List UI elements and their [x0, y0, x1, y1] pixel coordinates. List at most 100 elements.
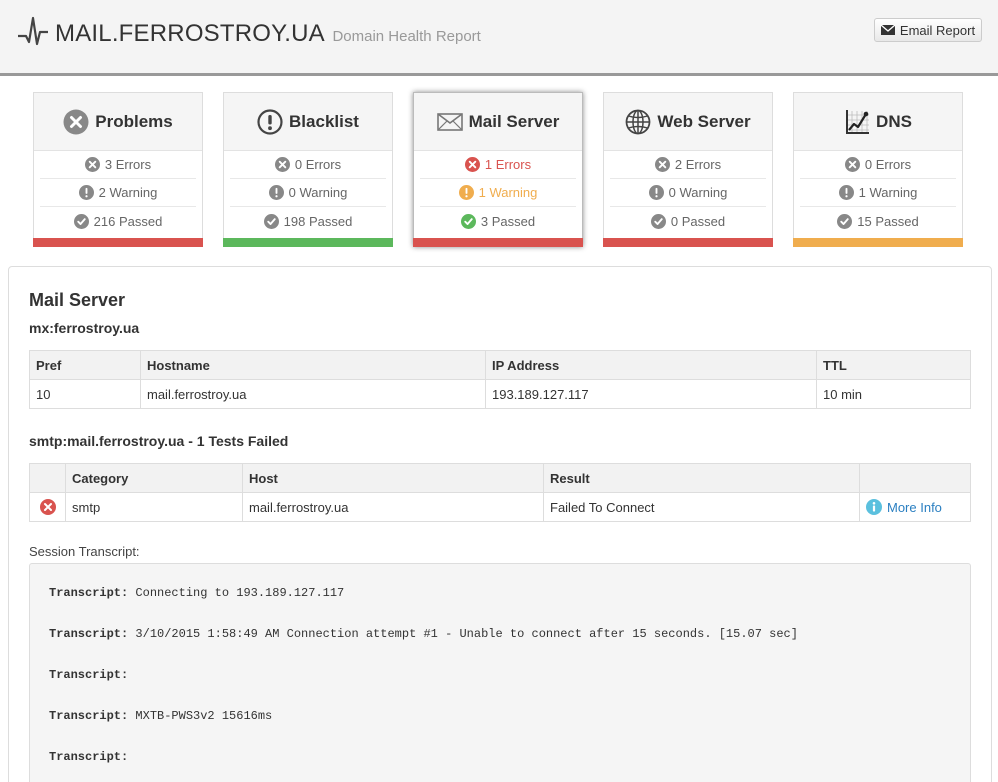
errors-row: 0 Errors	[800, 151, 956, 179]
cell-result: Failed To Connect	[543, 492, 860, 522]
table-row: 10 mail.ferrostroy.ua 193.189.127.117 10…	[29, 379, 971, 409]
card-title: Mail Server	[468, 111, 560, 131]
transcript-text: Connecting to 193.189.127.117	[135, 586, 345, 600]
errors-row: 3 Errors	[40, 151, 196, 179]
transcript-label: Transcript:	[49, 750, 129, 764]
table-header-row: Category Host Result	[29, 463, 971, 493]
x-circle-icon	[464, 157, 480, 172]
passed-count: 0 Passed	[670, 213, 726, 229]
email-report-button[interactable]: Email Report	[874, 18, 982, 42]
report-subtitle: Domain Health Report	[332, 28, 481, 45]
envelope-icon	[880, 25, 895, 35]
passed-row: 216 Passed	[40, 207, 196, 235]
check-circle-icon	[837, 213, 853, 229]
exclamation-circle-icon	[838, 185, 854, 200]
warnings-count: 2 Warning	[98, 185, 158, 200]
header: MAIL.FERROSTROY.UA Domain Health Report …	[0, 0, 998, 76]
column-header-ttl: TTL	[816, 350, 971, 380]
column-header-pref: Pref	[29, 350, 141, 380]
x-circle-icon	[844, 157, 860, 172]
column-header-host: Host	[242, 463, 544, 493]
mx-table: Pref Hostname IP Address TTL 10 mail.fer…	[29, 350, 971, 409]
passed-row: 198 Passed	[230, 207, 386, 235]
globe-icon	[625, 109, 651, 134]
card-problems[interactable]: Problems 3 Errors 2 Warning 216 Passed	[33, 92, 203, 247]
transcript-line: Transcript: 3/10/2015 1:58:49 AM Connect…	[49, 627, 798, 641]
x-circle-icon	[274, 157, 290, 172]
mx-record-title: mx:ferrostroy.ua	[29, 320, 140, 336]
card-blacklist[interactable]: Blacklist 0 Errors 0 Warning 198 Passed	[223, 92, 393, 247]
transcript-label: Transcript:	[49, 668, 129, 682]
warnings-count: 1 Warning	[858, 185, 918, 200]
cell-status	[29, 492, 66, 522]
envelope-icon	[436, 112, 463, 131]
warnings-row: 1 Warning	[800, 179, 956, 207]
errors-count: 1 Errors	[484, 157, 532, 172]
column-header-category: Category	[65, 463, 243, 493]
card-header: DNS	[794, 93, 962, 151]
transcript-label: Transcript:	[49, 627, 129, 641]
warnings-count: 0 Warning	[668, 185, 728, 200]
table-header-row: Pref Hostname IP Address TTL	[29, 350, 971, 380]
exclamation-circle-icon	[257, 108, 283, 135]
column-header-actions	[859, 463, 971, 493]
warnings-row: 0 Warning	[610, 179, 766, 207]
cell-host: mail.ferrostroy.ua	[242, 492, 544, 522]
exclamation-circle-icon	[78, 185, 94, 200]
warnings-row: 2 Warning	[40, 179, 196, 207]
transcript-label: Transcript:	[49, 586, 129, 600]
errors-count: 3 Errors	[104, 157, 152, 172]
card-web-server[interactable]: Web Server 2 Errors 0 Warning 0 Passed	[603, 92, 773, 247]
passed-row: 15 Passed	[800, 207, 956, 235]
section-title: Mail Server	[29, 290, 126, 310]
passed-count: 15 Passed	[857, 213, 919, 229]
cell-ip-address: 193.189.127.117	[485, 379, 817, 409]
passed-row: 3 Passed	[420, 207, 576, 235]
cell-actions: More Info	[859, 492, 971, 522]
x-circle-icon	[84, 157, 100, 172]
errors-count: 0 Errors	[294, 157, 342, 172]
transcript-line: Transcript: MXTB-PWS3v2 15616ms	[49, 709, 272, 723]
card-title: Blacklist	[289, 111, 359, 131]
exclamation-circle-icon	[458, 185, 474, 200]
errors-row: 0 Errors	[230, 151, 386, 179]
transcript-text: MXTB-PWS3v2 15616ms	[135, 709, 273, 723]
status-bar	[33, 238, 203, 247]
x-circle-icon	[39, 499, 56, 516]
more-info-link[interactable]: More Info	[866, 499, 964, 515]
domain-title: MAIL.FERROSTROY.UA	[55, 20, 324, 47]
card-title: DNS	[876, 111, 912, 131]
info-circle-icon	[866, 499, 882, 515]
card-header: Web Server	[604, 93, 772, 151]
card-mail-server[interactable]: Mail Server 1 Errors 1 Warning 3 Passed	[413, 92, 583, 247]
passed-row: 0 Passed	[610, 207, 766, 235]
status-bar	[223, 238, 393, 247]
warnings-count: 0 Warning	[288, 185, 348, 200]
transcript-line: Transcript: Connecting to 193.189.127.11…	[49, 586, 344, 600]
card-header: Blacklist	[224, 93, 392, 151]
x-circle-icon	[654, 157, 670, 172]
status-bar	[603, 238, 773, 247]
column-header-hostname: Hostname	[140, 350, 486, 380]
errors-count: 2 Errors	[674, 157, 722, 172]
session-transcript-label: Session Transcript:	[29, 544, 140, 559]
status-bar	[413, 238, 583, 247]
column-header-result: Result	[543, 463, 860, 493]
email-report-label: Email Report	[899, 22, 976, 38]
check-circle-icon	[650, 213, 666, 229]
warnings-count: 1 Warning	[478, 185, 538, 200]
errors-count: 0 Errors	[864, 157, 912, 172]
card-header: Mail Server	[414, 93, 582, 151]
transcript-label: Transcript:	[49, 709, 129, 723]
cell-category: smtp	[65, 492, 243, 522]
session-transcript: Transcript: Connecting to 193.189.127.11…	[29, 563, 971, 782]
cell-pref: 10	[29, 379, 141, 409]
smtp-table: Category Host Result smtp mail.ferrostro…	[29, 463, 971, 522]
card-dns[interactable]: DNS 0 Errors 1 Warning 15 Passed	[793, 92, 963, 247]
check-circle-icon	[73, 213, 89, 229]
table-row: smtp mail.ferrostroy.ua Failed To Connec…	[29, 492, 971, 522]
warnings-row: 1 Warning	[420, 179, 576, 207]
exclamation-circle-icon	[268, 185, 284, 200]
page-title: MAIL.FERROSTROY.UA Domain Health Report	[55, 20, 481, 48]
errors-row: 1 Errors	[420, 151, 576, 179]
